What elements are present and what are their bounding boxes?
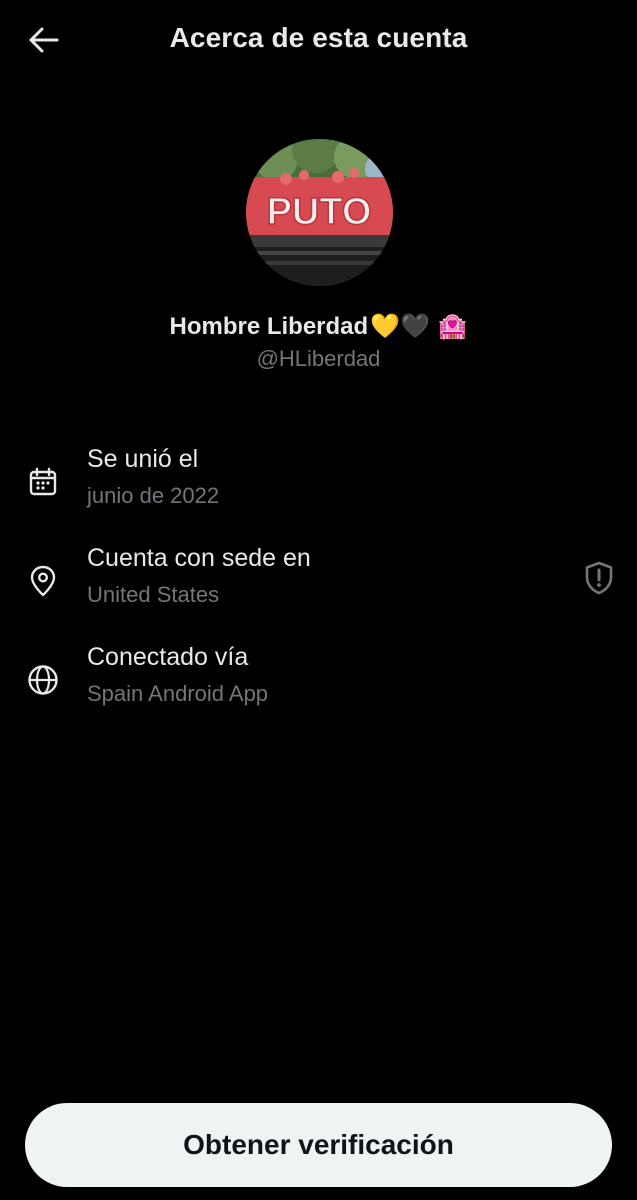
location-value: United States bbox=[87, 582, 220, 607]
location-row: Cuenta con sede en United States bbox=[0, 544, 637, 624]
shield-alert-button[interactable] bbox=[581, 558, 617, 598]
location-label: Cuenta con sede en bbox=[87, 544, 311, 572]
get-verified-button[interactable]: Obtener verificación bbox=[25, 1103, 612, 1187]
globe-icon bbox=[24, 661, 62, 699]
profile-name-emojis: 💛🖤 🏩 bbox=[370, 312, 468, 340]
avatar-sign-text: PUTO bbox=[267, 191, 372, 233]
avatar[interactable]: PUTO bbox=[246, 139, 393, 286]
profile-name-line: Hombre Liberdad💛🖤 🏩 bbox=[0, 312, 637, 341]
connected-row: Conectado vía Spain Android App bbox=[0, 643, 637, 723]
joined-value: junio de 2022 bbox=[87, 483, 220, 508]
joined-label: Se unió el bbox=[87, 445, 199, 473]
connected-value: Spain Android App bbox=[87, 681, 269, 706]
profile-name: Hombre Liberdad bbox=[169, 313, 369, 340]
shield-alert-icon bbox=[585, 561, 613, 595]
profile-handle: @HLiberdad bbox=[256, 346, 381, 371]
calendar-icon bbox=[24, 463, 62, 501]
top-bar: Acerca de esta cuenta bbox=[0, 0, 637, 80]
location-pin-icon bbox=[24, 562, 62, 600]
joined-row: Se unió el junio de 2022 bbox=[0, 445, 637, 525]
page-title: Acerca de esta cuenta bbox=[169, 22, 468, 53]
connected-label: Conectado vía bbox=[87, 643, 249, 671]
